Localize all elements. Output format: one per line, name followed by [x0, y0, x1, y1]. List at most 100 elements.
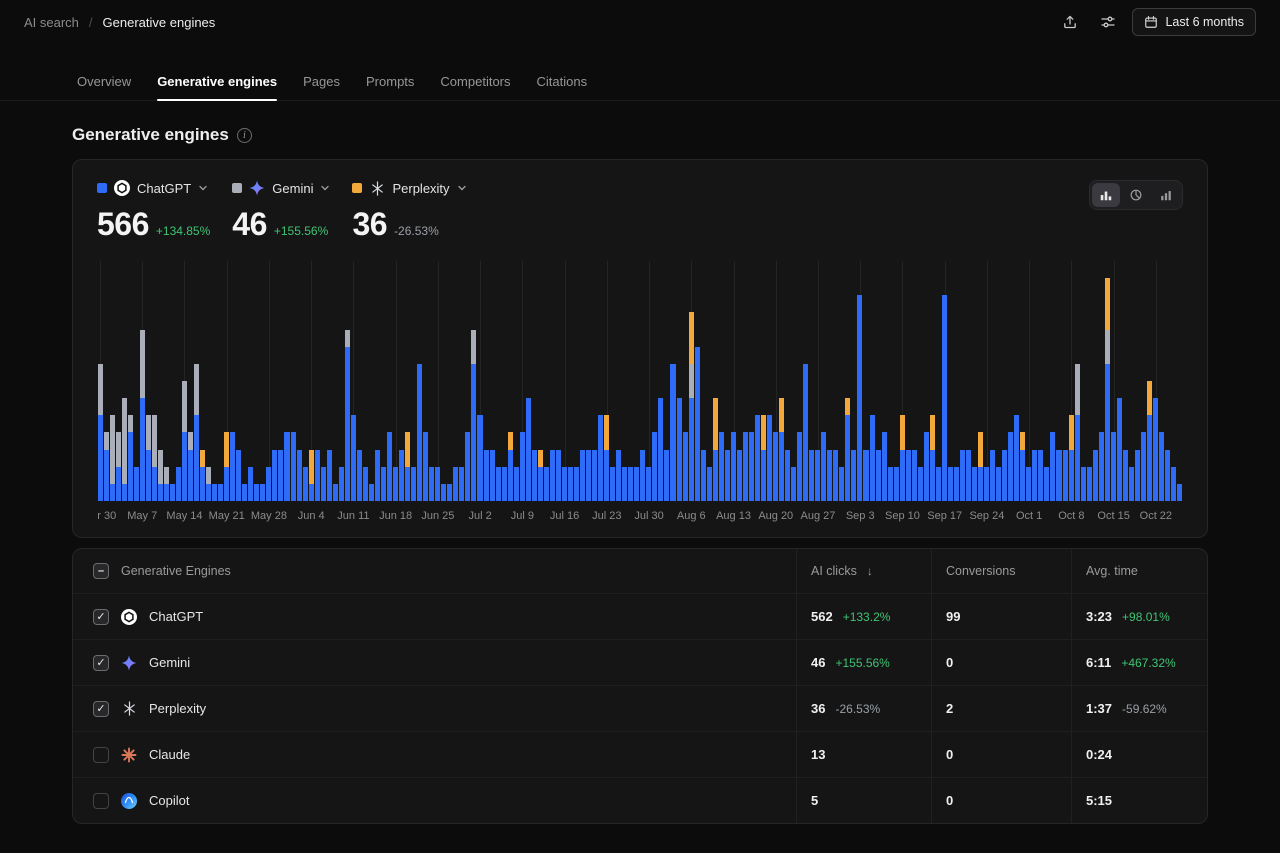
bar[interactable] — [212, 261, 217, 501]
bar[interactable] — [592, 261, 597, 501]
bar[interactable] — [870, 261, 875, 501]
bar[interactable] — [266, 261, 271, 501]
bar[interactable] — [695, 261, 700, 501]
bar[interactable] — [791, 261, 796, 501]
bar[interactable] — [399, 261, 404, 501]
bar[interactable] — [948, 261, 953, 501]
bar[interactable] — [616, 261, 621, 501]
tab-competitors[interactable]: Competitors — [440, 66, 510, 100]
bar[interactable] — [906, 261, 911, 501]
bar[interactable] — [128, 261, 133, 501]
bar[interactable] — [441, 261, 446, 501]
bar[interactable] — [598, 261, 603, 501]
info-icon[interactable]: i — [237, 128, 252, 143]
export-button[interactable] — [1056, 8, 1084, 36]
bar[interactable] — [477, 261, 482, 501]
bar[interactable] — [1008, 261, 1013, 501]
stacked-bar-chart-toggle[interactable] — [1092, 183, 1120, 207]
bar[interactable] — [496, 261, 501, 501]
bar[interactable] — [677, 261, 682, 501]
bar[interactable] — [586, 261, 591, 501]
bar[interactable] — [1135, 261, 1140, 501]
bar[interactable] — [719, 261, 724, 501]
bar[interactable] — [104, 261, 109, 501]
bar[interactable] — [248, 261, 253, 501]
bar[interactable] — [1063, 261, 1068, 501]
column-chart-toggle[interactable] — [1152, 183, 1180, 207]
claude-checkbox[interactable] — [93, 747, 109, 763]
bar[interactable] — [1117, 261, 1122, 501]
bar[interactable] — [453, 261, 458, 501]
bar[interactable] — [912, 261, 917, 501]
bar[interactable] — [110, 261, 115, 501]
bar[interactable] — [140, 261, 145, 501]
bar[interactable] — [447, 261, 452, 501]
bar[interactable] — [490, 261, 495, 501]
bar[interactable] — [309, 261, 314, 501]
tab-prompts[interactable]: Prompts — [366, 66, 414, 100]
bar[interactable] — [1020, 261, 1025, 501]
bar[interactable] — [924, 261, 929, 501]
bar[interactable] — [1093, 261, 1098, 501]
bar[interactable] — [1069, 261, 1074, 501]
perplexity-checkbox[interactable] — [93, 701, 109, 717]
bar[interactable] — [664, 261, 669, 501]
bar[interactable] — [200, 261, 205, 501]
bar[interactable] — [291, 261, 296, 501]
bar[interactable] — [640, 261, 645, 501]
bar[interactable] — [568, 261, 573, 501]
bar[interactable] — [827, 261, 832, 501]
bar[interactable] — [387, 261, 392, 501]
bar[interactable] — [882, 261, 887, 501]
bar[interactable] — [1002, 261, 1007, 501]
bar[interactable] — [1141, 261, 1146, 501]
bar[interactable] — [272, 261, 277, 501]
bar[interactable] — [1111, 261, 1116, 501]
bar[interactable] — [1147, 261, 1152, 501]
bar[interactable] — [918, 261, 923, 501]
bar[interactable] — [689, 261, 694, 501]
bar[interactable] — [1050, 261, 1055, 501]
bar[interactable] — [1099, 261, 1104, 501]
bar[interactable] — [737, 261, 742, 501]
bar[interactable] — [930, 261, 935, 501]
bar[interactable] — [1105, 261, 1110, 501]
bar[interactable] — [98, 261, 103, 501]
bar[interactable] — [731, 261, 736, 501]
bar[interactable] — [297, 261, 302, 501]
bar[interactable] — [333, 261, 338, 501]
bar[interactable] — [815, 261, 820, 501]
bar[interactable] — [182, 261, 187, 501]
bar[interactable] — [580, 261, 585, 501]
bar[interactable] — [1123, 261, 1128, 501]
bar[interactable] — [508, 261, 513, 501]
bar[interactable] — [1075, 261, 1080, 501]
bar[interactable] — [990, 261, 995, 501]
bar[interactable] — [773, 261, 778, 501]
filters-button[interactable] — [1094, 8, 1122, 36]
bar[interactable] — [628, 261, 633, 501]
bar[interactable] — [1159, 261, 1164, 501]
bar[interactable] — [707, 261, 712, 501]
bar[interactable] — [876, 261, 881, 501]
engine-selector-chatgpt[interactable]: ChatGPT — [97, 180, 210, 196]
select-all-checkbox[interactable] — [93, 563, 109, 579]
bar[interactable] — [574, 261, 579, 501]
bar[interactable] — [556, 261, 561, 501]
bar[interactable] — [1171, 261, 1176, 501]
tab-pages[interactable]: Pages — [303, 66, 340, 100]
bar[interactable] — [785, 261, 790, 501]
gemini-checkbox[interactable] — [93, 655, 109, 671]
bar[interactable] — [683, 261, 688, 501]
bar[interactable] — [646, 261, 651, 501]
bar[interactable] — [459, 261, 464, 501]
bar[interactable] — [260, 261, 265, 501]
bar[interactable] — [550, 261, 555, 501]
bar[interactable] — [465, 261, 470, 501]
bar[interactable] — [116, 261, 121, 501]
bar[interactable] — [170, 261, 175, 501]
bar[interactable] — [327, 261, 332, 501]
bar[interactable] — [743, 261, 748, 501]
engine-selector-gemini[interactable]: Gemini — [232, 180, 330, 196]
bar[interactable] — [236, 261, 241, 501]
